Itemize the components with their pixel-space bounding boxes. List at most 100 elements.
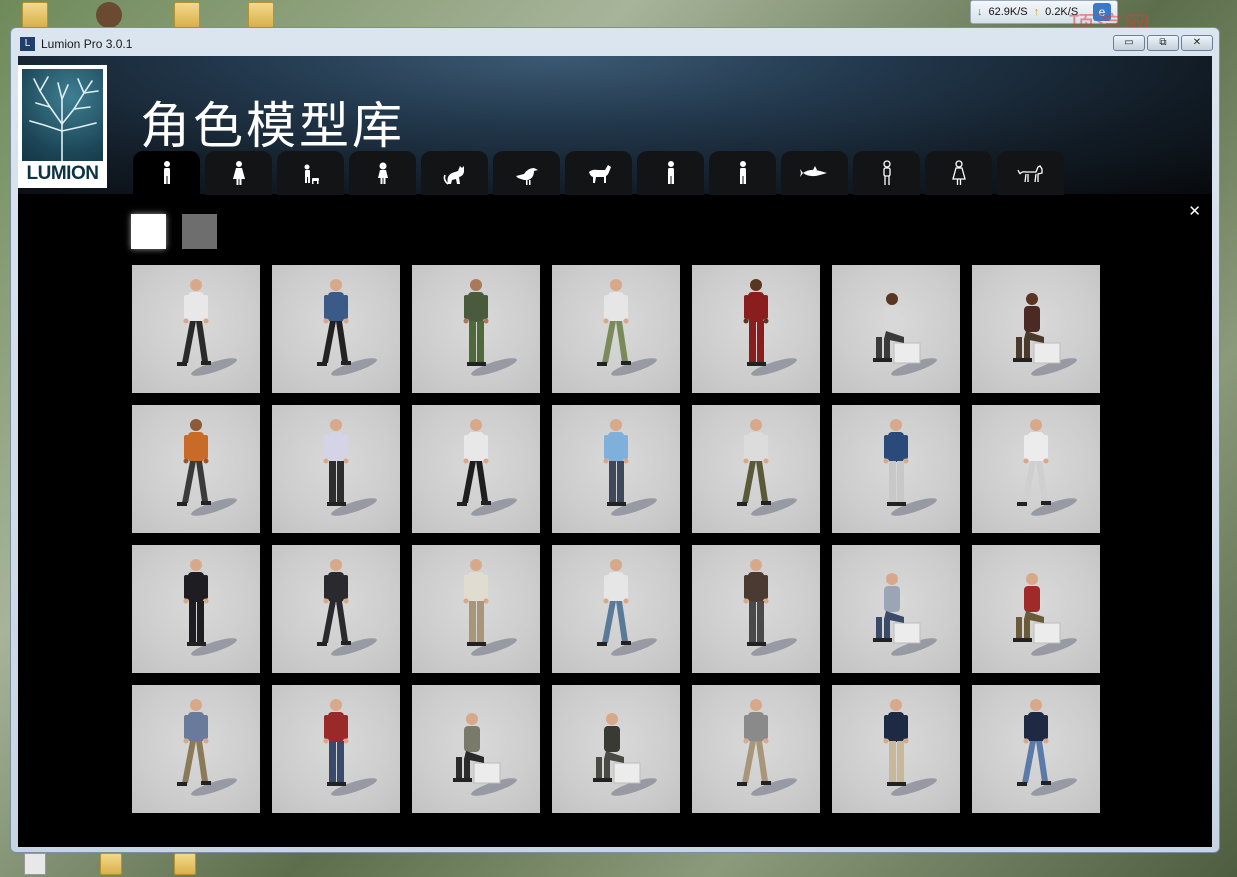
character-figure [183,559,237,656]
character-thumbnail[interactable] [972,265,1100,393]
dog-outline-icon [1016,165,1043,183]
desktop-folder-icon[interactable] [174,2,200,28]
close-button[interactable]: ✕ [1181,35,1213,51]
page-title: 角色模型库 [140,97,405,155]
character-thumbnail[interactable] [132,405,260,533]
character-thumbnail[interactable] [272,545,400,673]
taskbar-app-icon[interactable] [24,853,46,875]
character-figure [873,293,937,376]
tab-bird[interactable] [493,151,560,195]
character-figure [317,559,377,656]
man-icon [163,161,170,184]
character-figure [743,279,797,376]
tab-woman[interactable] [205,151,272,195]
tab-man-2[interactable] [637,151,704,195]
taskbar-folder-icon[interactable] [100,853,122,875]
character-figure [453,713,517,796]
tab-man[interactable] [133,151,200,195]
character-thumbnail[interactable] [692,685,820,813]
character-thumbnail[interactable] [132,685,260,813]
character-thumbnail[interactable] [272,405,400,533]
character-figure [737,699,797,796]
model-grid [132,265,1100,813]
minimize-button[interactable]: ▭ [1113,35,1145,51]
bird-icon [515,168,538,185]
background-white-swatch[interactable] [131,214,166,249]
character-figure [873,573,937,656]
tab-cat[interactable] [421,151,488,195]
library-header: LUMION 角色模型库 [18,56,1212,195]
character-thumbnail[interactable] [832,405,960,533]
character-figure [457,419,517,516]
character-thumbnail[interactable] [972,685,1100,813]
character-figure [603,419,657,516]
character-thumbnail[interactable] [552,545,680,673]
cat-icon [443,166,464,185]
title-bar[interactable]: L Lumion Pro 3.0.1 ▭ ⧉ ✕ [11,28,1219,56]
desktop-folder-icon[interactable] [22,2,48,28]
character-figure [737,419,797,516]
maximize-button[interactable]: ⧉ [1147,35,1179,51]
character-figure [883,419,937,516]
tab-man-outline[interactable] [853,151,920,195]
character-thumbnail[interactable] [412,545,540,673]
character-figure [1017,699,1077,796]
tab-dog-outline[interactable] [997,151,1064,195]
man-outline-icon [882,160,891,185]
character-thumbnail[interactable] [832,265,960,393]
background-gray-swatch[interactable] [182,214,217,249]
fish-icon [799,166,827,177]
character-thumbnail[interactable] [692,545,820,673]
woman-icon [232,161,245,185]
girl-icon [377,162,388,184]
tree-logo-icon [22,69,103,162]
character-figure [177,419,237,516]
man-icon-2 [667,161,674,184]
lumion-logo: LUMION [18,65,107,188]
character-thumbnail[interactable] [692,405,820,533]
character-thumbnail[interactable] [412,265,540,393]
download-arrow-icon: ↓ [977,6,983,18]
character-figure [177,699,237,796]
character-figure [323,419,377,516]
character-thumbnail[interactable] [832,685,960,813]
character-thumbnail[interactable] [412,685,540,813]
character-thumbnail[interactable] [832,545,960,673]
character-figure [883,699,937,796]
character-figure [743,559,797,656]
character-figure [323,699,377,796]
tab-horse[interactable] [565,151,632,195]
character-thumbnail[interactable] [692,265,820,393]
character-thumbnail[interactable] [132,545,260,673]
character-thumbnail[interactable] [552,405,680,533]
character-thumbnail[interactable] [972,405,1100,533]
tab-woman-outline[interactable] [925,151,992,195]
character-figure [597,279,657,376]
lumion-window: L Lumion Pro 3.0.1 ▭ ⧉ ✕ LUMION 角色模型库 ✕ [10,27,1220,853]
tab-girl[interactable] [349,151,416,195]
horse-icon [588,165,611,183]
woman-outline-icon [951,160,966,185]
desktop-app-icon[interactable] [96,2,122,28]
taskbar-folder-icon[interactable] [174,853,196,875]
tab-fish[interactable] [781,151,848,195]
character-thumbnail[interactable] [272,685,400,813]
logo-text: LUMION [26,163,99,184]
character-thumbnail[interactable] [552,265,680,393]
character-thumbnail[interactable] [272,265,400,393]
close-library-icon[interactable]: ✕ [1188,202,1201,220]
lumion-app-icon: L [20,37,35,51]
character-thumbnail[interactable] [972,545,1100,673]
character-thumbnail[interactable] [412,405,540,533]
man-icon-3 [739,161,746,184]
character-figure [1017,419,1077,516]
character-figure [597,559,657,656]
character-figure [593,713,657,796]
desktop-folder-icon[interactable] [248,2,274,28]
tab-child-pet[interactable] [277,151,344,195]
tab-man-3[interactable] [709,151,776,195]
character-figure [177,279,237,376]
character-thumbnail[interactable] [132,265,260,393]
character-thumbnail[interactable] [552,685,680,813]
character-figure [1013,293,1077,376]
